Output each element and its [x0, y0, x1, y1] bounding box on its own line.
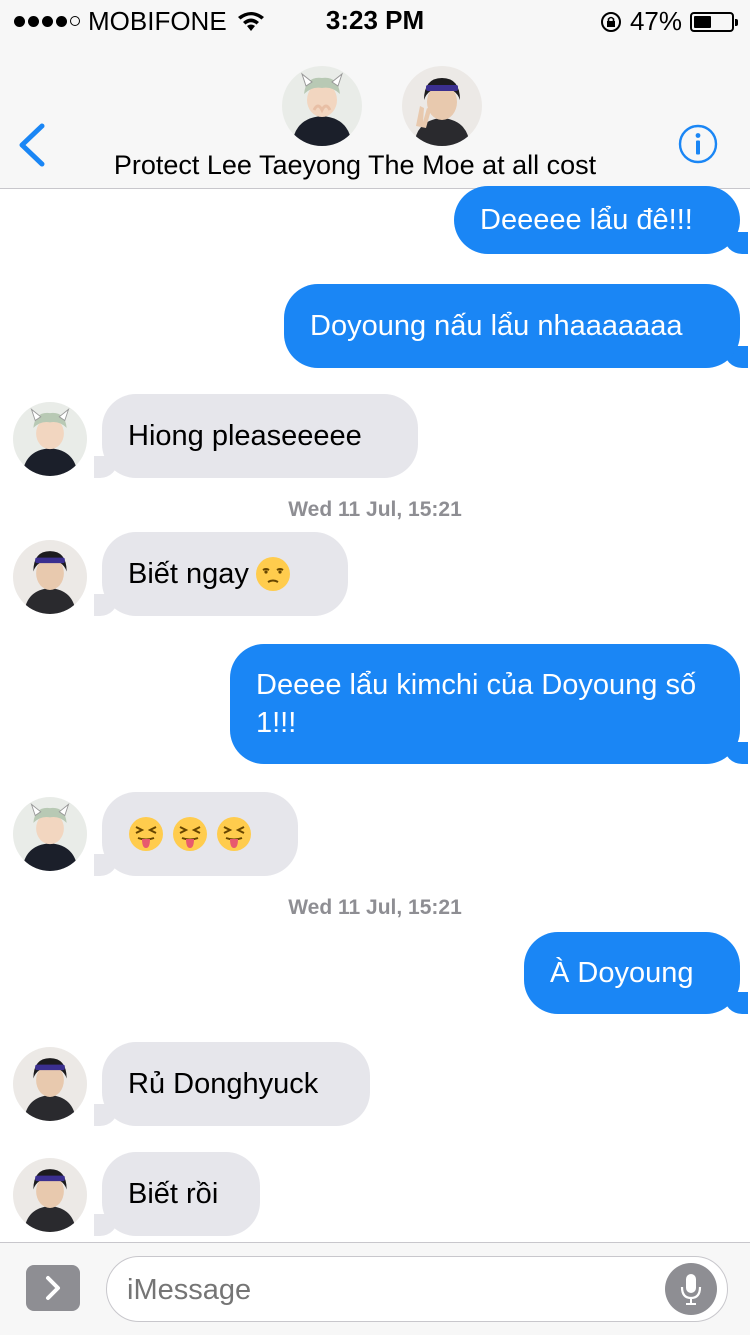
squinting-tongue-face-icon — [173, 817, 207, 851]
message-bubble[interactable]: Doyoung nấu lẩu nhaaaaaaa — [284, 284, 748, 368]
conversation-header: Protect Lee Taeyong The Moe at all cost — [0, 40, 750, 189]
battery-group: 47% — [600, 6, 738, 37]
message-input[interactable] — [125, 1265, 649, 1315]
group-avatars[interactable] — [282, 66, 482, 146]
apps-button[interactable] — [26, 1265, 80, 1311]
sender-avatar-jaehyun[interactable] — [13, 540, 87, 614]
message-incoming: Biết rồi — [94, 1152, 260, 1236]
message-bubble[interactable]: Rủ Donghyuck — [94, 1042, 370, 1126]
message-outgoing: Deeee lẩu kimchi của Doyoung số 1!!! — [230, 644, 748, 764]
message-bubble[interactable]: À Doyoung — [524, 932, 748, 1014]
microphone-button[interactable] — [665, 1263, 717, 1315]
sender-avatar-jaehyun[interactable] — [13, 1158, 87, 1232]
message-text: Rủ Donghyuck — [128, 1068, 319, 1100]
squinting-tongue-face-icon — [129, 817, 163, 851]
message-text: Deeeee lẩu đê!!! — [480, 204, 693, 236]
message-bubble[interactable]: Hiong pleaseeeee — [94, 394, 418, 478]
battery-icon — [690, 11, 738, 32]
unamused-face-icon — [255, 557, 290, 591]
message-text: À Doyoung — [550, 957, 694, 989]
compose-bar — [0, 1242, 750, 1335]
sender-avatar-taeyong[interactable] — [13, 402, 87, 476]
squinting-tongue-face-icon — [217, 817, 251, 851]
message-incoming: Hiong pleaseeeee — [94, 394, 418, 478]
message-field[interactable] — [106, 1256, 728, 1322]
message-incoming: Rủ Donghyuck — [94, 1042, 370, 1126]
timestamp: Wed 11 Jul, 15:21 — [288, 498, 462, 521]
info-icon[interactable] — [678, 124, 718, 164]
message-outgoing: Doyoung nấu lẩu nhaaaaaaa — [284, 284, 748, 368]
message-incoming — [94, 792, 298, 876]
avatar-jaehyun — [402, 66, 482, 146]
conversation-title[interactable]: Protect Lee Taeyong The Moe at all cost — [0, 150, 710, 181]
message-bubble[interactable]: Biết ngay — [94, 532, 348, 616]
message-bubble[interactable]: Deeeee lẩu đê!!! — [454, 186, 748, 254]
message-outgoing: À Doyoung — [524, 932, 748, 1014]
message-text: Hiong pleaseeeee — [128, 420, 362, 452]
message-text: Deeee lẩu kimchi của Doyoung số 1!!! — [256, 669, 697, 739]
message-text: Biết ngay — [128, 558, 249, 590]
sender-avatar-jaehyun[interactable] — [13, 1047, 87, 1121]
message-text: Biết rồi — [128, 1178, 219, 1210]
message-bubble[interactable]: Biết rồi — [94, 1152, 260, 1236]
message-bubble[interactable]: Deeee lẩu kimchi của Doyoung số 1!!! — [230, 644, 748, 764]
sender-avatar-taeyong[interactable] — [13, 797, 87, 871]
microphone-icon — [680, 1274, 702, 1305]
chevron-right-icon — [46, 1276, 60, 1300]
avatar-taeyong — [282, 66, 362, 146]
timestamp: Wed 11 Jul, 15:21 — [288, 896, 462, 919]
rotation-lock-icon — [600, 11, 621, 32]
message-bubble[interactable] — [94, 792, 298, 876]
status-bar: MOBIFONE 3:23 PM 47% — [0, 0, 750, 40]
message-text: Doyoung nấu lẩu nhaaaaaaa — [310, 310, 683, 342]
battery-percent: 47% — [629, 6, 682, 36]
message-outgoing: Deeeee lẩu đê!!! — [454, 186, 748, 254]
message-incoming: Biết ngay — [94, 532, 348, 616]
